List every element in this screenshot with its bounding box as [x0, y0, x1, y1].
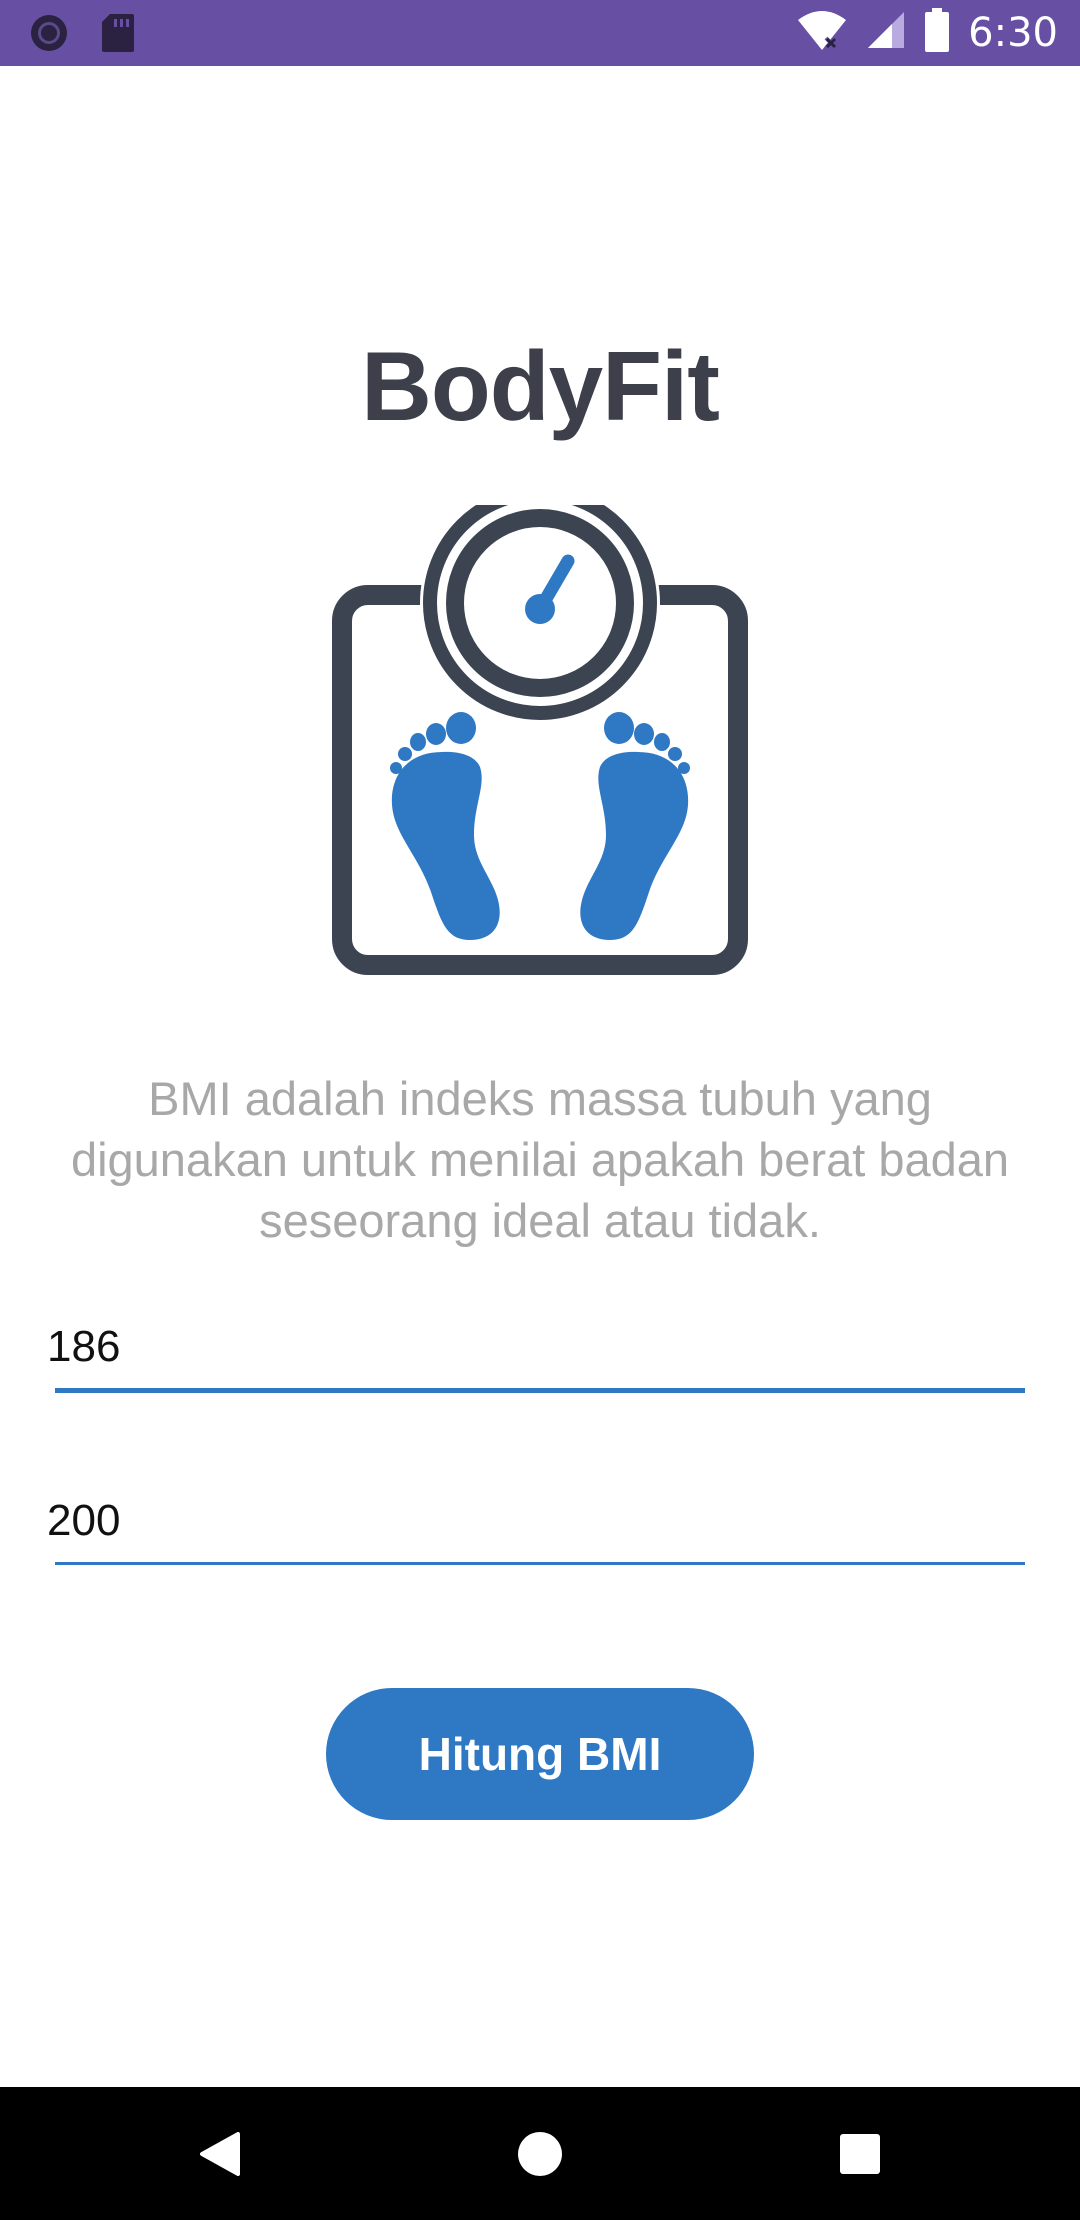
height-field-container	[45, 1312, 1025, 1393]
height-input-underline	[55, 1388, 1025, 1393]
navigation-bar	[0, 2087, 1080, 2220]
recents-button[interactable]	[780, 2087, 940, 2220]
record-icon	[28, 12, 70, 59]
height-input[interactable]	[45, 1312, 1025, 1382]
status-time: 6:30	[968, 9, 1058, 56]
sd-card-icon	[100, 12, 136, 59]
scale-icon	[330, 483, 750, 980]
weight-field-container	[45, 1486, 1025, 1565]
status-bar: 6:30	[0, 0, 1080, 66]
battery-icon	[924, 8, 950, 57]
app-title: BodyFit	[361, 331, 720, 441]
back-icon	[200, 2131, 240, 2176]
home-button[interactable]	[460, 2087, 620, 2220]
weight-input[interactable]	[45, 1486, 1025, 1556]
weight-input-underline	[55, 1562, 1025, 1565]
calculate-bmi-button[interactable]: Hitung BMI	[326, 1688, 754, 1820]
wifi-icon	[796, 8, 848, 57]
bmi-description: BMI adalah indeks massa tubuh yang digun…	[70, 1072, 1010, 1247]
signal-icon	[866, 10, 906, 55]
home-icon	[518, 2131, 562, 2176]
recents-icon	[840, 2133, 880, 2174]
back-button[interactable]	[140, 2087, 300, 2220]
